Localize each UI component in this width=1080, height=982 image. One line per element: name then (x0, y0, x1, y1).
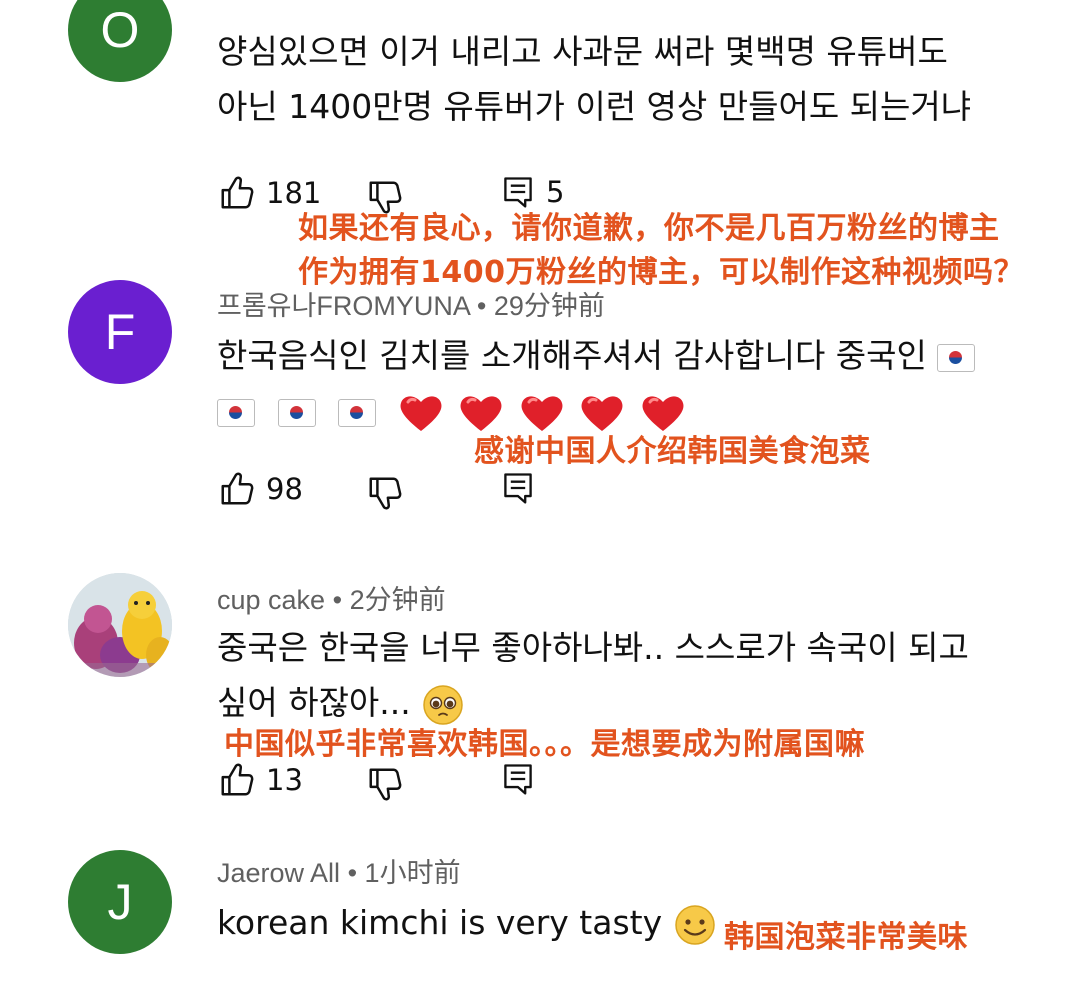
comment-text: 중국은 한국을 너무 좋아하나봐.. 스스로가 속국이 되고 싶어 하잖아... (217, 620, 969, 730)
comment-text: korean kimchi is very tasty (217, 895, 717, 950)
thumbs-down-icon (366, 765, 404, 803)
timestamp[interactable]: 2分钟前 (350, 585, 446, 615)
thumbs-up-icon (218, 174, 256, 212)
avatar-letter: F (104, 304, 136, 360)
translation-annotation: 中国似乎非常喜欢韩国。。。是想要成为附属国嘛 (224, 727, 865, 762)
comment-meta: Jaerow All • 1小时前 (217, 851, 461, 890)
reply-icon (500, 470, 536, 506)
comment-meta: cup cake • 2分钟前 (217, 578, 446, 617)
reply-button[interactable] (500, 470, 536, 506)
reply-icon (500, 761, 536, 797)
avatar-letter: J (107, 874, 133, 930)
timestamp[interactable]: 29分钟前 (494, 291, 605, 321)
avatar-letter: O (100, 2, 140, 58)
comment-meta: 프롬유나FROMYUNA • 29分钟前 (217, 284, 605, 323)
reply-button[interactable]: 5 (500, 174, 564, 210)
like-count: 98 (266, 472, 303, 506)
like-count: 181 (266, 176, 322, 210)
comment-line-text: 한국음식인 김치를 소개해주셔서 감사합니다 중국인 (217, 336, 927, 375)
comment-line: 양심있으면 이거 내리고 사과문 써라 몇백명 유튜버도 (217, 32, 948, 71)
korean-flag-icon (338, 398, 376, 427)
reply-count: 5 (546, 175, 565, 209)
korean-flag-icon (937, 343, 976, 372)
comment-line: 한국음식인 김치를 소개해주셔서 감사합니다 중국인 (217, 328, 987, 383)
separator-dot: • (332, 585, 343, 615)
author-name[interactable]: Jaerow All (217, 858, 340, 888)
avatar[interactable]: O (68, 0, 172, 82)
translation-annotation: 韩国泡菜非常美味 (724, 920, 968, 955)
separator-dot: • (347, 858, 358, 888)
reply-button[interactable] (500, 761, 536, 797)
author-name[interactable]: 프롬유나FROMYUNA (217, 291, 469, 321)
comment-line-text: korean kimchi is very tasty (217, 903, 663, 942)
avatar[interactable] (68, 573, 172, 677)
dislike-button[interactable] (366, 474, 404, 512)
separator-dot: • (476, 291, 487, 321)
like-button[interactable]: 13 (218, 761, 303, 799)
smiling-face-emoji (674, 904, 715, 945)
plush-toys-photo (68, 573, 172, 677)
comment-line: 중국은 한국을 너무 좋아하나봐.. 스스로가 속국이 되고 (217, 628, 969, 667)
avatar[interactable]: J (68, 850, 172, 954)
timestamp[interactable]: 1小时前 (365, 858, 461, 888)
translation-annotation: 如果还有良心，请你道歉，你不是几百万粉丝的博主 作为拥有1400万粉丝的博主，可… (298, 207, 1024, 295)
translation-line: 如果还有良心，请你道歉，你不是几百万粉丝的博主 (298, 211, 1000, 246)
thumbs-down-icon (366, 474, 404, 512)
avatar[interactable]: F (68, 280, 172, 384)
comment-line: 아닌 1400만명 유튜버가 이런 영상 만들어도 되는거냐 (217, 87, 972, 126)
reply-icon (500, 174, 536, 210)
comment-text: 양심있으면 이거 내리고 사과문 써라 몇백명 유튜버도 아닌 1400만명 유… (217, 24, 971, 134)
red-heart-icon (399, 393, 443, 433)
dislike-button[interactable] (366, 765, 404, 803)
korean-flag-icon (217, 398, 255, 427)
translation-annotation: 感谢中国人介绍韩国美食泡菜 (474, 434, 871, 469)
like-button[interactable]: 98 (218, 470, 303, 508)
comment-line: korean kimchi is very tasty (217, 895, 717, 950)
like-count: 13 (266, 763, 303, 797)
thumbs-up-icon (218, 470, 256, 508)
korean-flag-icon (277, 398, 316, 427)
comment-text: 한국음식인 김치를 소개해주셔서 감사합니다 중국인 (217, 328, 987, 438)
thumbs-up-icon (218, 761, 256, 799)
comment-line-text: 싶어 하잖아... (217, 683, 411, 722)
author-name[interactable]: cup cake (217, 585, 325, 615)
